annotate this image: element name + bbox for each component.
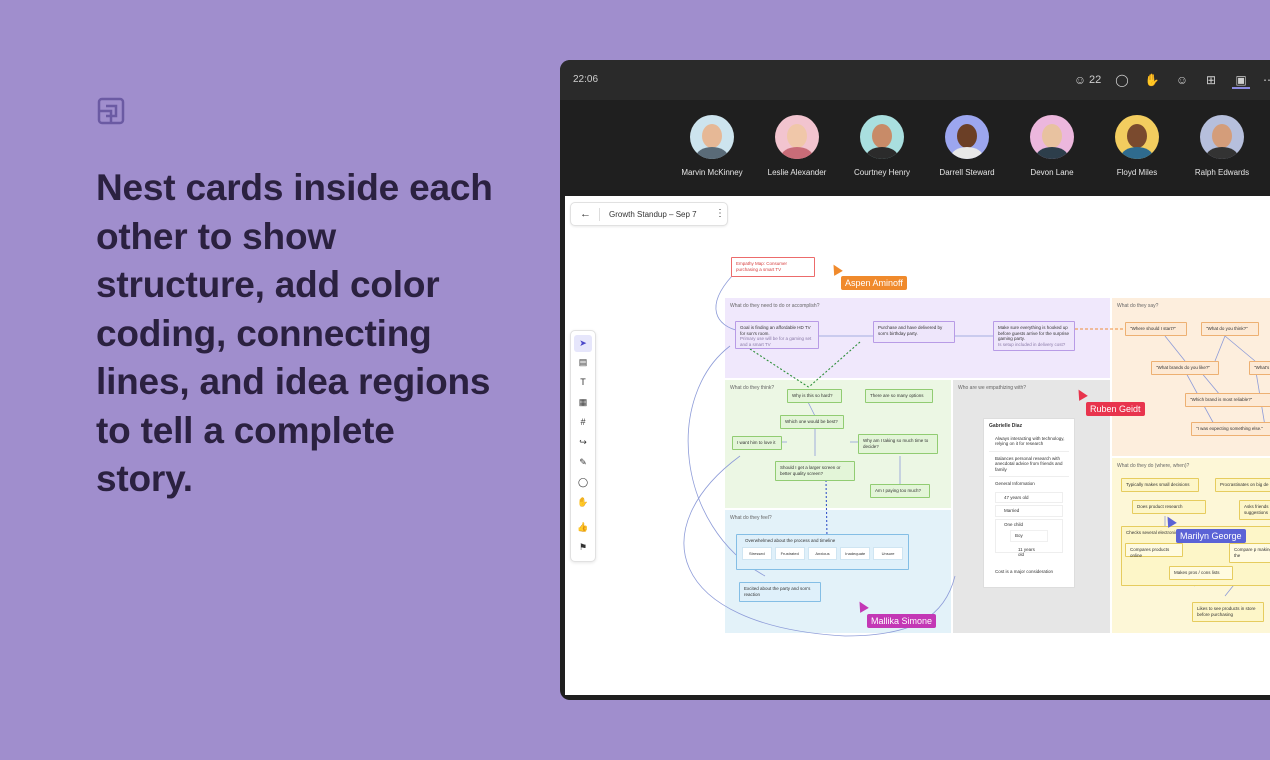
do-card[interactable]: Compares products online <box>1125 543 1183 558</box>
raise-hand-icon[interactable]: ✋ <box>1143 71 1161 89</box>
participant-tile[interactable]: Devon Lane <box>1012 115 1092 177</box>
participant-count: 22 <box>1089 74 1102 86</box>
participant-tile[interactable]: Floyd Miles <box>1097 115 1177 177</box>
avatar <box>775 115 819 159</box>
do-card[interactable]: Compare p making the <box>1229 543 1270 563</box>
avatar <box>1115 115 1159 159</box>
participant-name: Leslie Alexander <box>767 168 827 177</box>
clock: 22:06 <box>573 74 599 85</box>
empathy-map-card[interactable]: Empathy Map: Consumer purchasing a smart… <box>731 257 815 277</box>
cursor-label: Marilyn George <box>1176 529 1246 543</box>
avatar <box>945 115 989 159</box>
participant-tile[interactable]: Ralph Edwards <box>1182 115 1262 177</box>
think-card[interactable]: Why is this so hard? <box>787 389 842 403</box>
think-card[interactable]: Am I paying too much? <box>870 484 930 498</box>
participant-name: Floyd Miles <box>1116 168 1158 177</box>
say-card[interactable]: "Where should I start?" <box>1125 322 1187 336</box>
feel-chip[interactable]: Frustrated <box>774 546 805 560</box>
participant-name: Marvin McKinney <box>681 168 743 177</box>
avatar <box>1030 115 1074 159</box>
need-card-1[interactable]: Goal is finding an affordable HD TV for … <box>735 321 819 349</box>
cards-app-icon[interactable]: ▣ <box>1232 71 1250 89</box>
say-card[interactable]: "Which brand is most reliable?" <box>1185 393 1270 407</box>
whiteboard[interactable]: ← Growth Standup – Sep 7 ⋮ ➤ ▤ T ▦ # ↪ ✎… <box>565 196 1270 695</box>
participant-name: Darrell Steward <box>939 168 995 177</box>
say-card[interactable]: "What brands do you like?" <box>1151 361 1219 375</box>
participant-name: Courtney Henry <box>853 168 911 177</box>
persona-name: Gabrielle Diaz <box>989 423 1023 429</box>
do-card[interactable]: Asks friends suggestions <box>1239 500 1270 520</box>
feel-chip[interactable]: Anxious <box>807 546 838 560</box>
feel-chips: Stressed Frustrated Anxious Inadequate Unsur… <box>740 546 905 560</box>
chat-icon[interactable]: ◯ <box>1113 71 1131 89</box>
feel-chip[interactable]: Inadequate <box>840 546 871 560</box>
participant-tile[interactable]: Marvin McKinney <box>672 115 752 177</box>
participant-tile[interactable]: Darrell Steward <box>927 115 1007 177</box>
participants-strip: Marvin McKinney Leslie Alexander Courtney … <box>560 100 1270 196</box>
participant-name: Ralph Edwards <box>1194 168 1250 177</box>
top-bar: 22:06 ☺ 22 ◯ ✋ ☺ ⊞ ▣ ⋯ <box>560 60 1270 100</box>
say-card[interactable]: "What do you think?" <box>1201 322 1259 336</box>
think-card[interactable]: Why am I taking so much time to decide? <box>858 434 938 454</box>
say-card[interactable]: "What's t <box>1249 361 1270 375</box>
feel-group-card[interactable]: Overwhelmed about the process and timeli… <box>736 534 909 570</box>
participant-tile[interactable]: Courtney Henry <box>842 115 922 177</box>
people-icon[interactable]: ☺ <box>1071 71 1089 89</box>
need-card-2[interactable]: Purchase and have delivered by son's bir… <box>873 321 955 343</box>
add-app-icon[interactable]: ⊞ <box>1202 71 1220 89</box>
do-card[interactable]: Likes to see products in store before pu… <box>1192 602 1264 622</box>
reactions-icon[interactable]: ☺ <box>1173 71 1191 89</box>
do-card[interactable]: Makes pros / cons lists <box>1169 566 1233 580</box>
cursor-label: Aspen Aminoff <box>841 276 907 290</box>
feel-card[interactable]: Excited about the party and son's reacti… <box>739 582 821 602</box>
cursor-label: Ruben Geidt <box>1086 402 1145 416</box>
headline: Nest cards inside each other to show str… <box>96 167 493 499</box>
persona-card[interactable]: Gabrielle Diaz Always interacting with t… <box>983 418 1075 588</box>
do-card[interactable]: Typically makes small decisions <box>1121 478 1199 492</box>
cards-logo-icon <box>97 97 125 125</box>
need-card-3[interactable]: Make sure everything is hooked up before… <box>993 321 1075 351</box>
think-card[interactable]: Should I get a larger screen or better q… <box>775 461 855 481</box>
think-card[interactable]: Which one would be best? <box>780 415 844 429</box>
app-window: 22:06 ☺ 22 ◯ ✋ ☺ ⊞ ▣ ⋯ Marvin McKinney Le… <box>560 60 1270 700</box>
do-card[interactable]: Procrastinates on big de <box>1215 478 1270 492</box>
think-card[interactable]: There are so many options <box>865 389 933 403</box>
participant-name: Devon Lane <box>1030 168 1074 177</box>
think-card[interactable]: I want him to love it <box>732 436 782 450</box>
feel-chip[interactable]: Stressed <box>742 546 772 560</box>
do-card[interactable]: Does product research <box>1132 500 1206 514</box>
feel-chip[interactable]: Unsure <box>873 546 903 560</box>
avatar <box>1200 115 1244 159</box>
avatar <box>860 115 904 159</box>
participant-tile[interactable]: Leslie Alexander <box>757 115 837 177</box>
say-card[interactable]: "I was expecting something else." <box>1191 422 1270 436</box>
more-icon[interactable]: ⋯ <box>1260 71 1270 89</box>
cursor-label: Mallika Simone <box>867 614 937 628</box>
avatar <box>690 115 734 159</box>
